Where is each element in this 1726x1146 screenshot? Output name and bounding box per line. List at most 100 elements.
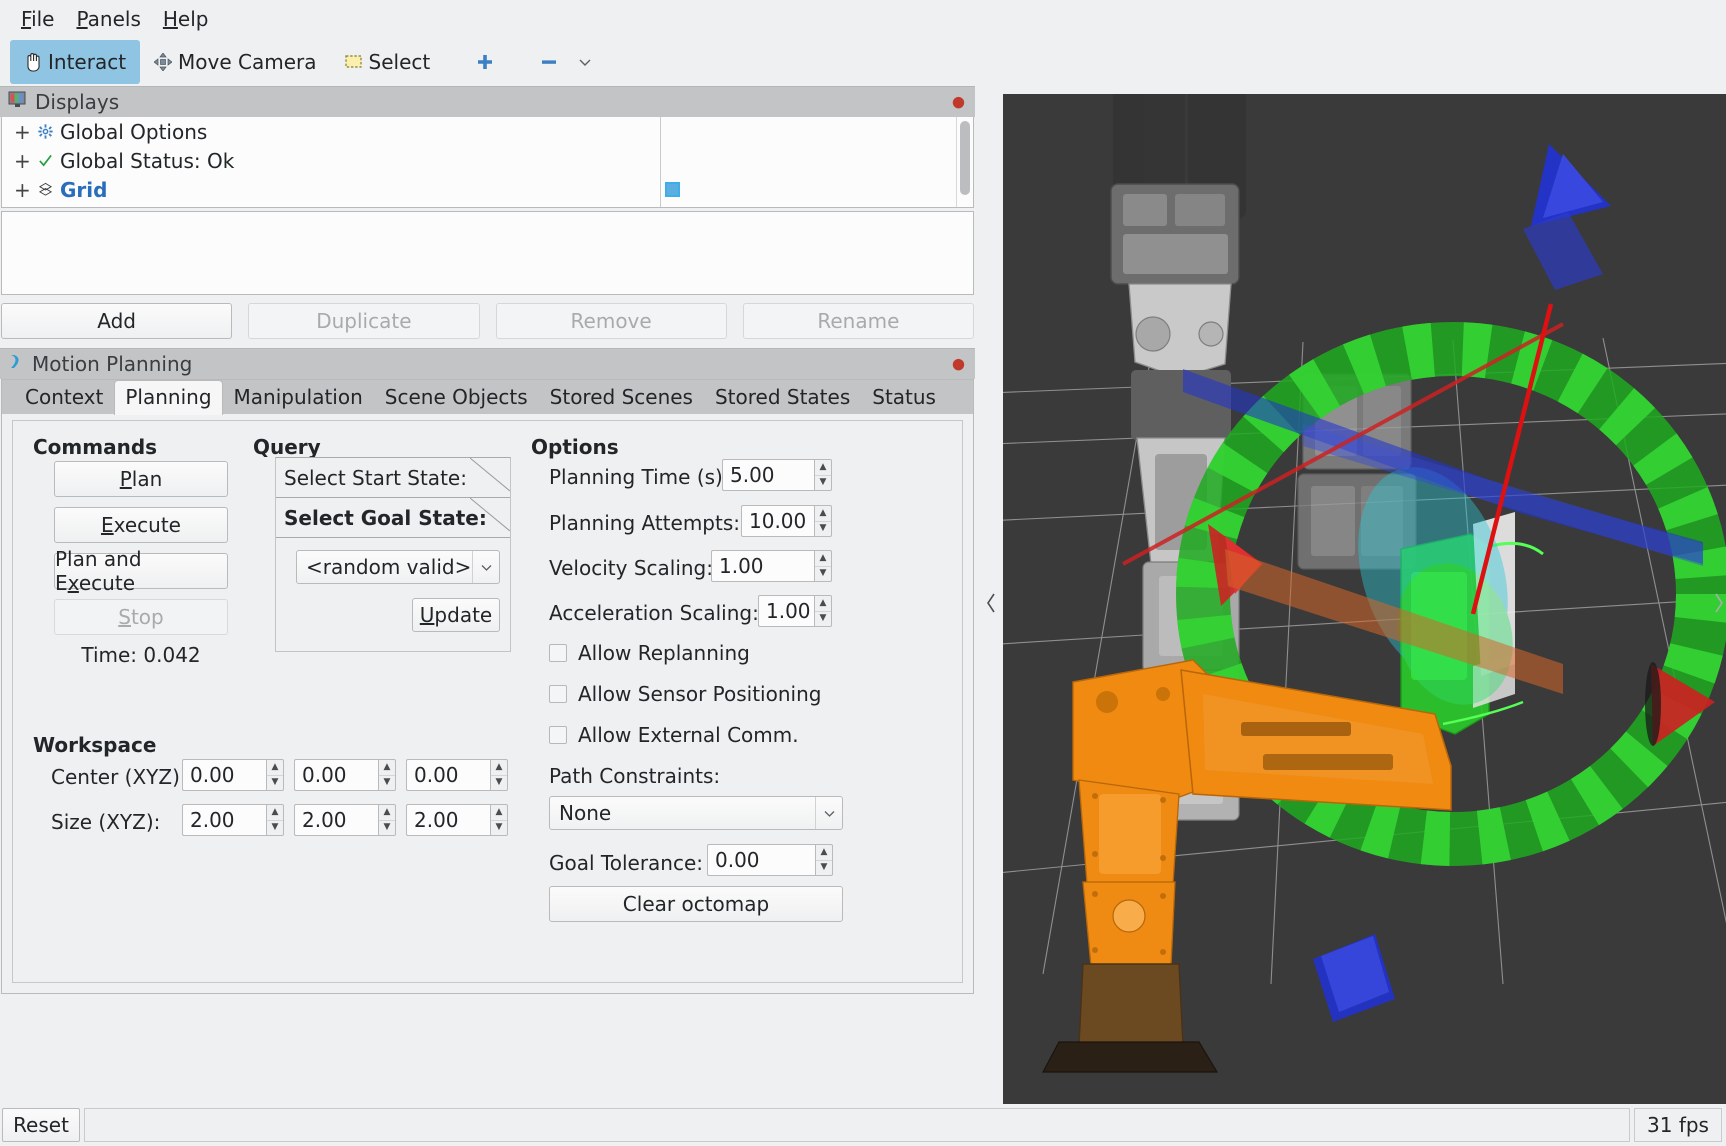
expander-icon[interactable]: +	[14, 149, 34, 173]
workspace-size-z-value[interactable]: 2.00	[406, 804, 490, 836]
goal-tolerance-spinbox[interactable]: 0.00 ▲ ▼	[707, 844, 833, 876]
select-start-state-header[interactable]: Select Start State:	[276, 458, 510, 498]
workspace-center-x-value[interactable]: 0.00	[182, 759, 266, 791]
goal-tolerance-value[interactable]: 0.00	[707, 844, 815, 876]
acceleration-scaling-stepper[interactable]: ▲ ▼	[814, 595, 832, 627]
execute-button[interactable]: Execute	[54, 507, 228, 543]
update-button[interactable]: Update	[412, 598, 500, 632]
allow-replanning-row[interactable]: Allow Replanning	[549, 641, 750, 665]
planning-time-value[interactable]: 5.00	[722, 459, 814, 491]
stepper-down-icon[interactable]: ▼	[491, 776, 507, 791]
planning-time-stepper[interactable]: ▲ ▼	[814, 459, 832, 491]
menu-panels[interactable]: Panels	[65, 6, 151, 32]
close-icon[interactable]: ●	[952, 94, 965, 110]
path-constraints-combobox[interactable]: None	[549, 796, 843, 830]
goal-tolerance-stepper[interactable]: ▲ ▼	[815, 844, 833, 876]
stepper-up-icon[interactable]: ▲	[379, 760, 395, 776]
tree-row-global-status[interactable]: + Global Status: Ok	[2, 146, 973, 175]
workspace-center-y-value[interactable]: 0.00	[294, 759, 378, 791]
color-swatch[interactable]	[665, 182, 680, 197]
tab-context[interactable]: Context	[14, 381, 115, 414]
allow-external-comm-checkbox[interactable]	[549, 726, 567, 744]
allow-replanning-checkbox[interactable]	[549, 644, 567, 662]
scrollbar-thumb[interactable]	[960, 121, 970, 195]
displays-tree[interactable]: + Global Options + Global Status: Ok + G…	[1, 117, 974, 208]
acceleration-scaling-value[interactable]: 1.00	[758, 595, 814, 627]
tab-manipulation[interactable]: Manipulation	[222, 381, 374, 414]
stepper-up-icon[interactable]: ▲	[491, 760, 507, 776]
workspace-size-x-spinbox[interactable]: 2.00 ▲ ▼	[182, 804, 284, 836]
tab-scene-objects[interactable]: Scene Objects	[373, 381, 539, 414]
workspace-size-x-stepper[interactable]: ▲ ▼	[266, 804, 284, 836]
remove-button[interactable]: Remove	[495, 303, 727, 339]
workspace-size-y-value[interactable]: 2.00	[294, 804, 378, 836]
plan-and-execute-button[interactable]: Plan and Execute	[54, 547, 228, 595]
rename-button[interactable]: Rename	[742, 303, 974, 339]
tool-interact[interactable]: Interact	[10, 39, 141, 84]
workspace-size-y-spinbox[interactable]: 2.00 ▲ ▼	[294, 804, 396, 836]
stepper-up-icon[interactable]: ▲	[815, 596, 831, 612]
reset-button[interactable]: Reset	[2, 1108, 80, 1142]
close-icon[interactable]: ●	[952, 356, 965, 372]
planning-attempts-stepper[interactable]: ▲ ▼	[814, 505, 832, 537]
workspace-center-x-spinbox[interactable]: 0.00 ▲ ▼	[182, 759, 284, 791]
workspace-center-x-stepper[interactable]: ▲ ▼	[266, 759, 284, 791]
stepper-down-icon[interactable]: ▼	[379, 821, 395, 836]
3d-viewport[interactable]	[1003, 94, 1726, 1104]
chevron-right-icon[interactable]	[1712, 592, 1725, 619]
workspace-center-z-spinbox[interactable]: 0.00 ▲ ▼	[406, 759, 508, 791]
tool-more[interactable]	[572, 40, 598, 84]
workspace-center-y-spinbox[interactable]: 0.00 ▲ ▼	[294, 759, 396, 791]
stepper-up-icon[interactable]: ▲	[267, 760, 283, 776]
tab-planning[interactable]: Planning	[114, 380, 223, 415]
allow-external-comm-row[interactable]: Allow External Comm.	[549, 723, 799, 747]
allow-sensor-positioning-row[interactable]: Allow Sensor Positioning	[549, 682, 821, 706]
stepper-up-icon[interactable]: ▲	[379, 805, 395, 821]
add-button[interactable]: Add	[1, 303, 233, 339]
workspace-center-z-value[interactable]: 0.00	[406, 759, 490, 791]
planning-time-spinbox[interactable]: 5.00 ▲ ▼	[722, 459, 832, 491]
workspace-center-z-stepper[interactable]: ▲ ▼	[490, 759, 508, 791]
grid-color-value[interactable]	[662, 175, 878, 204]
clear-octomap-button[interactable]: Clear octomap	[549, 886, 843, 922]
workspace-size-z-spinbox[interactable]: 2.00 ▲ ▼	[406, 804, 508, 836]
velocity-scaling-spinbox[interactable]: 1.00 ▲ ▼	[711, 550, 832, 582]
tool-add[interactable]	[462, 40, 508, 84]
workspace-size-z-stepper[interactable]: ▲ ▼	[490, 804, 508, 836]
displays-tree-scrollbar[interactable]	[956, 117, 973, 207]
workspace-size-y-stepper[interactable]: ▲ ▼	[378, 804, 396, 836]
velocity-scaling-value[interactable]: 1.00	[711, 550, 814, 582]
tool-move-camera[interactable]: Move Camera	[140, 40, 330, 84]
tool-select[interactable]: Select	[331, 40, 445, 84]
planning-attempts-value[interactable]: 10.00	[741, 505, 814, 537]
planning-attempts-spinbox[interactable]: 10.00 ▲ ▼	[741, 505, 832, 537]
stepper-down-icon[interactable]: ▼	[815, 567, 831, 582]
stepper-up-icon[interactable]: ▲	[815, 506, 831, 522]
tree-row-global-options[interactable]: + Global Options	[2, 117, 973, 146]
menu-file[interactable]: File	[10, 6, 65, 32]
stepper-up-icon[interactable]: ▲	[815, 460, 831, 476]
stepper-up-icon[interactable]: ▲	[815, 551, 831, 567]
stop-button[interactable]: Stop	[54, 599, 228, 635]
stepper-up-icon[interactable]: ▲	[816, 845, 832, 861]
allow-sensor-positioning-checkbox[interactable]	[549, 685, 567, 703]
stepper-up-icon[interactable]: ▲	[491, 805, 507, 821]
tab-status[interactable]: Status	[861, 381, 947, 414]
stepper-up-icon[interactable]: ▲	[267, 805, 283, 821]
stepper-down-icon[interactable]: ▼	[815, 522, 831, 537]
expander-icon[interactable]: +	[14, 120, 34, 144]
expander-icon[interactable]: +	[14, 178, 34, 202]
tree-row-grid[interactable]: + Grid	[2, 175, 973, 204]
plan-button[interactable]: Plan	[54, 461, 228, 497]
stepper-down-icon[interactable]: ▼	[815, 476, 831, 491]
acceleration-scaling-spinbox[interactable]: 1.00 ▲ ▼	[758, 595, 832, 627]
tab-stored-scenes[interactable]: Stored Scenes	[538, 381, 704, 414]
stepper-down-icon[interactable]: ▼	[267, 821, 283, 836]
stepper-down-icon[interactable]: ▼	[491, 821, 507, 836]
workspace-center-y-stepper[interactable]: ▲ ▼	[378, 759, 396, 791]
chevron-left-icon[interactable]	[985, 592, 998, 619]
select-goal-state-header[interactable]: Select Goal State:	[276, 498, 510, 538]
workspace-size-x-value[interactable]: 2.00	[182, 804, 266, 836]
tab-stored-states[interactable]: Stored States	[703, 381, 862, 414]
tool-remove[interactable]	[526, 40, 572, 84]
